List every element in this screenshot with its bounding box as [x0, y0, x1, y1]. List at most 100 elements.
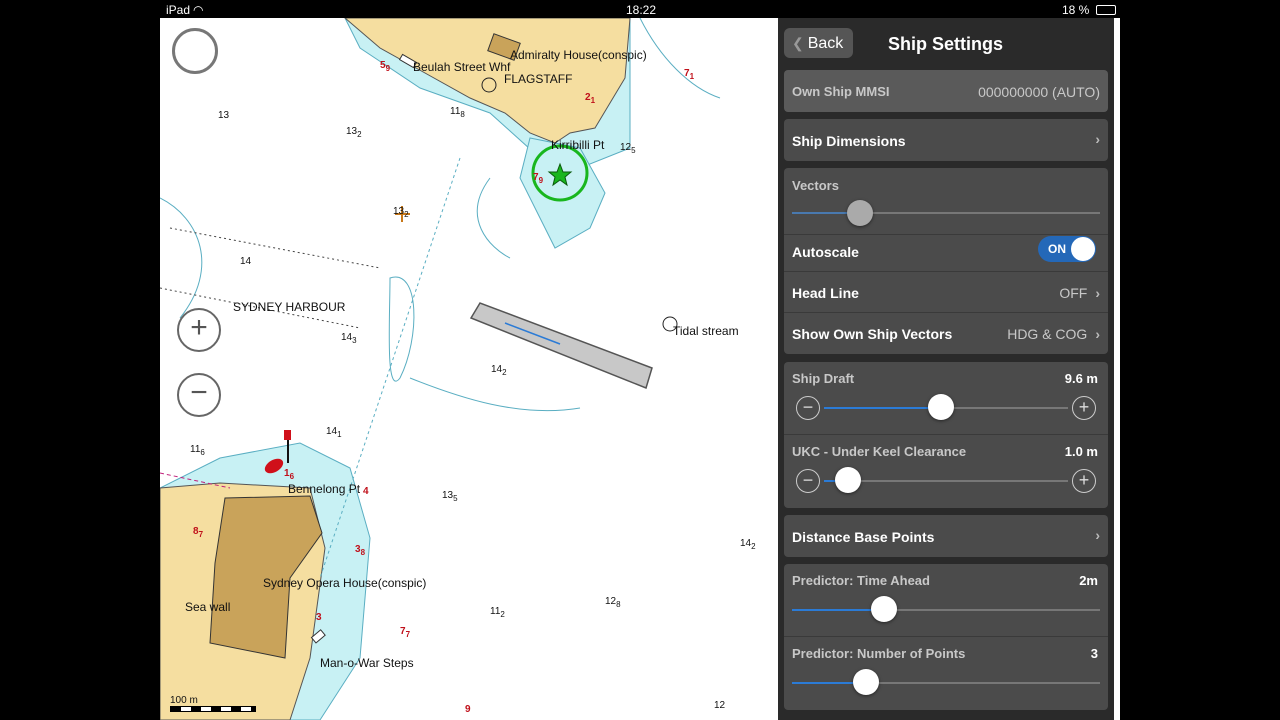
- panel-header: ❮ Back Ship Settings: [778, 18, 1114, 68]
- ship-settings-panel: ❮ Back Ship Settings Own Ship MMSI 000000…: [778, 18, 1114, 720]
- zoom-in-button[interactable]: +: [177, 308, 221, 352]
- label-flagstaff: FLAGSTAFF: [504, 72, 573, 86]
- depth-sounding: 3: [316, 612, 322, 623]
- depth-sounding: 132: [393, 206, 409, 219]
- sounding-sub: 9: [385, 64, 391, 73]
- depth-sounding: 79: [533, 172, 543, 185]
- scale-label: 100 m: [170, 695, 198, 706]
- sounding-main: 13: [346, 126, 358, 137]
- sounding-sub: 2: [500, 610, 505, 619]
- label-sydney-harbour: SYDNEY HARBOUR: [233, 300, 346, 314]
- num-points-track: [792, 682, 1100, 684]
- autoscale-toggle[interactable]: ON: [1038, 236, 1096, 262]
- depth-sounding: 128: [605, 596, 621, 609]
- depth-sounding: 135: [442, 490, 458, 503]
- show-vectors-value: HDG & COG: [1007, 326, 1088, 342]
- sounding-main: 14: [240, 256, 252, 267]
- show-vectors-row[interactable]: Show Own Ship Vectors HDG & COG ›: [784, 313, 1108, 353]
- sounding-main: 13: [393, 206, 405, 217]
- sounding-sub: 8: [460, 110, 465, 119]
- sounding-sub: 2: [357, 130, 362, 139]
- sounding-sub: 5: [631, 146, 636, 155]
- depth-sounding: 71: [684, 68, 694, 81]
- depth-sounding: 9: [465, 704, 471, 715]
- label-tidal-stream[interactable]: Tidal stream: [673, 324, 739, 338]
- sounding-sub: 6: [289, 472, 295, 481]
- sounding-main: 14: [740, 538, 752, 549]
- battery-percent: 18 %: [1062, 3, 1090, 17]
- sounding-main: 12: [620, 142, 632, 153]
- wifi-icon: ◠: [193, 3, 204, 17]
- sounding-main: 14: [341, 332, 353, 343]
- time-ahead-track: [792, 609, 1100, 611]
- sounding-main: 12: [714, 700, 726, 711]
- chevron-right-icon: ›: [1095, 285, 1100, 301]
- draft-group: Ship Draft 9.6 m − + UKC - Under Keel Cl…: [784, 362, 1108, 508]
- depth-sounding: 87: [193, 526, 203, 539]
- draft-value: 9.6 m: [1064, 371, 1098, 386]
- ship-dimensions-row[interactable]: Ship Dimensions ›: [784, 119, 1108, 161]
- back-button[interactable]: ❮ Back: [784, 28, 854, 58]
- sounding-sub: 7: [405, 630, 411, 639]
- mmsi-label: Own Ship MMSI: [792, 84, 890, 99]
- sounding-main: 4: [363, 486, 369, 497]
- sounding-sub: 8: [616, 600, 621, 609]
- zoom-out-button[interactable]: −: [177, 373, 221, 417]
- divider: [784, 636, 1108, 637]
- time-ahead-label: Predictor: Time Ahead: [792, 573, 930, 588]
- sounding-sub: 5: [453, 494, 458, 503]
- head-line-value: OFF: [1059, 285, 1088, 301]
- depth-sounding: 4: [363, 486, 369, 497]
- depth-sounding: 16: [284, 468, 294, 481]
- draft-label: Ship Draft: [792, 371, 855, 386]
- ukc-value: 1.0 m: [1064, 444, 1098, 459]
- depth-sounding: 12: [714, 700, 725, 711]
- sounding-main: 11: [190, 444, 201, 455]
- sounding-main: 14: [326, 426, 338, 437]
- chevron-left-icon: ❮: [792, 35, 804, 51]
- draft-decrease-button[interactable]: −: [796, 396, 820, 420]
- head-line-row[interactable]: Head Line OFF ›: [784, 272, 1108, 312]
- battery-icon: [1096, 5, 1116, 15]
- label-kirribilli: Kirribilli Pt: [551, 138, 605, 152]
- sounding-main: 13: [218, 110, 230, 121]
- vectors-track: [792, 212, 1100, 214]
- vectors-label: Vectors: [792, 178, 839, 193]
- sounding-sub: 2: [502, 368, 507, 377]
- show-vectors-label: Show Own Ship Vectors: [792, 326, 953, 342]
- north-compass-icon[interactable]: [172, 28, 218, 74]
- ship-dimensions-label: Ship Dimensions: [792, 133, 906, 149]
- label-man-o-war: Man-o-War Steps: [320, 656, 414, 670]
- depth-sounding: 132: [346, 126, 362, 139]
- ukc-increase-button[interactable]: +: [1072, 469, 1096, 493]
- draft-slider[interactable]: [928, 394, 955, 420]
- sounding-sub: 7: [198, 530, 204, 539]
- time-ahead-slider[interactable]: [871, 596, 898, 622]
- depth-sounding: 14: [240, 256, 251, 267]
- sounding-main: 9: [465, 704, 471, 715]
- sounding-sub: 8: [360, 548, 366, 557]
- depth-sounding: 13: [218, 110, 229, 121]
- vectors-slider[interactable]: [846, 200, 873, 226]
- sounding-sub: 1: [590, 96, 596, 105]
- ukc-slider[interactable]: [835, 467, 862, 493]
- chevron-right-icon: ›: [1095, 326, 1100, 342]
- num-points-value: 3: [1090, 646, 1098, 661]
- status-bar: iPad ◠ 18:22 18 %: [160, 0, 1120, 18]
- label-bennelong: Bennelong Pt: [288, 482, 361, 496]
- depth-sounding: 116: [190, 444, 205, 457]
- draft-increase-button[interactable]: +: [1072, 396, 1096, 420]
- distance-base-points-row[interactable]: Distance Base Points ›: [784, 515, 1108, 557]
- depth-sounding: 142: [491, 364, 507, 377]
- sounding-sub: 2: [751, 542, 756, 551]
- chevron-right-icon: ›: [1095, 527, 1100, 543]
- sounding-main: 11: [490, 606, 501, 617]
- num-points-slider[interactable]: [852, 669, 879, 695]
- ukc-decrease-button[interactable]: −: [796, 469, 820, 493]
- depth-sounding: 38: [355, 544, 365, 557]
- vectors-group: Vectors Autoscale ON Head Line OFF › Show…: [784, 168, 1108, 354]
- sounding-main: 12: [605, 596, 617, 607]
- depth-sounding: 77: [400, 626, 410, 639]
- depth-sounding: 142: [740, 538, 756, 551]
- app-screen: Admiralty House(conspic) Beulah Street W…: [160, 18, 1120, 720]
